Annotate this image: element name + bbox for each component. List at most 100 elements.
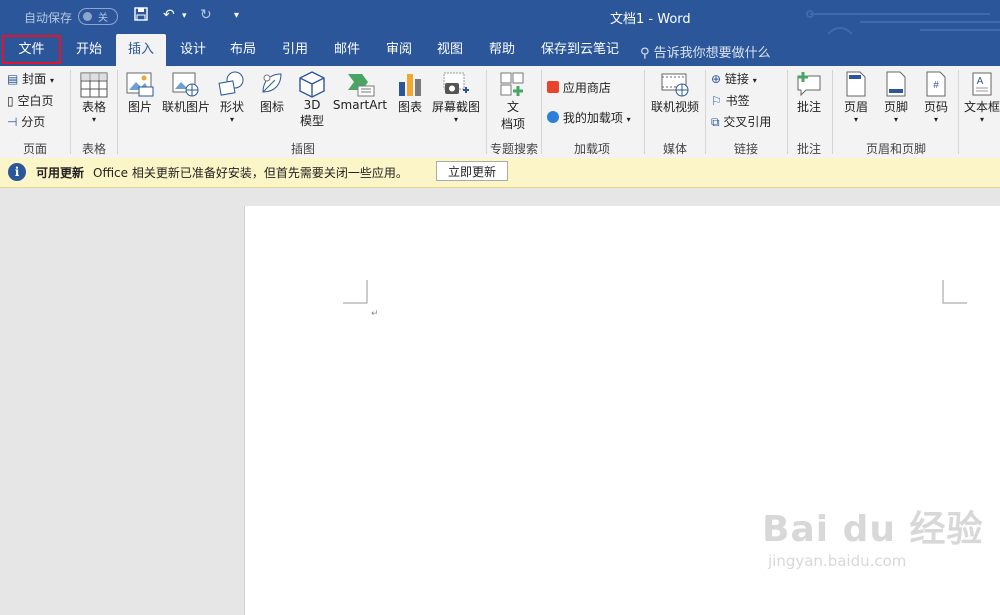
watermark-url: jingyan.baidu.com <box>768 552 907 570</box>
store-button[interactable]: 应用商店 <box>547 79 611 96</box>
store-label: 应用商店 <box>562 81 611 95</box>
chart-label: 图表 <box>397 100 422 114</box>
group-label-pages: 页面 <box>22 142 47 156</box>
tab-review[interactable]: 审阅 <box>376 34 422 66</box>
autosave-label: 自动保存 <box>24 11 73 25</box>
shapes-button[interactable]: 形状 ▾ <box>214 70 250 124</box>
comment-button[interactable]: 批注 <box>791 70 827 115</box>
autosave-toggle[interactable]: 关 <box>78 8 118 25</box>
online-picture-icon <box>172 72 199 97</box>
group-label-header-footer: 页眉和页脚 <box>865 142 926 156</box>
customize-qat-icon[interactable]: ▾ <box>234 10 239 21</box>
group-divider <box>644 70 645 154</box>
chevron-down-icon: ▾ <box>979 115 984 124</box>
paragraph-mark-icon: ↵ <box>371 309 379 319</box>
blank-page-icon: ▯ <box>7 94 14 108</box>
group-divider <box>787 70 788 154</box>
document-item-button[interactable]: 文 档项 <box>492 70 534 132</box>
table-label: 表格 <box>81 100 106 114</box>
tab-insert[interactable]: 插入 <box>116 34 166 66</box>
tell-me-search[interactable]: ⚲ 告诉我你想要做什么 <box>640 42 771 61</box>
undo-icon[interactable]: ↶ <box>163 7 175 23</box>
cross-reference-icon: ⧉ <box>711 115 720 129</box>
icons-icon <box>262 73 282 93</box>
cover-page-button[interactable]: ▤ 封面 ▾ <box>7 70 54 87</box>
info-icon: i <box>8 163 26 181</box>
store-icon <box>547 81 559 93</box>
group-divider <box>70 70 71 154</box>
chevron-down-icon: ▾ <box>453 115 458 124</box>
link-label: 链接 <box>724 72 749 86</box>
icons-label: 图标 <box>259 100 284 114</box>
group-divider <box>705 70 706 154</box>
tab-layout[interactable]: 布局 <box>220 34 266 66</box>
cover-page-icon: ▤ <box>7 72 19 86</box>
textbox-label: 文本框 <box>963 100 1000 114</box>
bookmark-label: 书签 <box>725 94 750 108</box>
file-tab-highlight <box>2 35 61 64</box>
tab-mailings[interactable]: 邮件 <box>324 34 370 66</box>
header-label: 页眉 <box>843 100 868 114</box>
table-icon <box>80 72 108 98</box>
undo-dropdown-icon[interactable]: ▾ <box>182 11 187 21</box>
bookmark-icon: ⚐ <box>711 94 722 108</box>
svg-text:#: # <box>933 80 939 91</box>
page-number-button[interactable]: # 页码 ▾ <box>918 70 954 124</box>
page-break-button[interactable]: ⊣ 分页 <box>7 113 45 130</box>
page-break-icon: ⊣ <box>7 115 18 129</box>
chevron-down-icon: ▾ <box>752 76 757 85</box>
toggle-knob <box>83 12 92 21</box>
link-button[interactable]: ⊕ 链接 ▾ <box>711 70 757 87</box>
cross-reference-button[interactable]: ⧉ 交叉引用 <box>711 113 771 130</box>
globe-link-icon: ⊕ <box>711 72 722 86</box>
redo-icon[interactable]: ↻ <box>200 7 212 23</box>
header-button[interactable]: 页眉 ▾ <box>838 70 874 124</box>
picture-icon <box>126 72 154 97</box>
group-label-tables: 表格 <box>81 142 106 156</box>
info-message: Office 相关更新已准备好安装，但首先需要关闭一些应用。 <box>93 166 408 180</box>
group-divider <box>117 70 118 154</box>
icons-button[interactable]: 图标 <box>254 70 290 115</box>
group-divider <box>958 70 959 154</box>
document-item-icon <box>500 72 524 96</box>
chevron-down-icon: ▾ <box>91 115 96 124</box>
footer-label: 页脚 <box>883 100 908 114</box>
cover-page-label: 封面 <box>22 72 47 86</box>
screenshot-label: 屏幕截图 <box>431 100 480 114</box>
3d-models-label-line1: 3D <box>303 98 321 112</box>
my-addins-button[interactable]: 我的加载项 ▾ <box>547 109 631 126</box>
chevron-down-icon: ▾ <box>229 115 234 124</box>
update-now-button[interactable]: 立即更新 <box>436 161 508 181</box>
textbox-icon: A <box>972 72 992 96</box>
my-addins-label: 我的加载项 <box>562 111 623 125</box>
group-label-media: 媒体 <box>662 142 687 156</box>
tab-design[interactable]: 设计 <box>170 34 216 66</box>
3d-models-button[interactable]: 3D 模型 <box>294 70 330 129</box>
tab-help[interactable]: 帮助 <box>479 34 525 66</box>
document-item-label-line1: 文 <box>506 100 519 114</box>
tab-references[interactable]: 引用 <box>272 34 318 66</box>
svg-text:A: A <box>977 76 984 87</box>
blank-page-button[interactable]: ▯ 空白页 <box>7 92 53 109</box>
online-video-button[interactable]: 联机视频 <box>648 70 702 115</box>
table-button[interactable]: 表格 ▾ <box>74 72 114 124</box>
footer-button[interactable]: 页脚 ▾ <box>878 70 914 124</box>
footer-icon <box>886 71 906 97</box>
page-break-label: 分页 <box>21 115 46 129</box>
tab-save-cloud-note[interactable]: 保存到云笔记 <box>536 34 624 66</box>
shapes-icon <box>218 71 244 96</box>
online-picture-label: 联机图片 <box>161 100 210 114</box>
tab-view[interactable]: 视图 <box>427 34 473 66</box>
save-icon[interactable] <box>134 7 148 25</box>
tab-home[interactable]: 开始 <box>63 34 115 66</box>
comment-label: 批注 <box>796 100 821 114</box>
bookmark-button[interactable]: ⚐ 书签 <box>711 92 750 109</box>
bar-chart-icon <box>399 74 421 96</box>
chart-button[interactable]: 图表 <box>392 70 428 115</box>
group-label-addins: 加载项 <box>573 142 610 156</box>
textbox-button[interactable]: A 文本框 ▾ <box>962 70 1000 124</box>
smartart-button[interactable]: SmartArt <box>332 70 388 112</box>
online-picture-button[interactable]: 联机图片 <box>160 70 212 115</box>
screenshot-button[interactable]: 屏幕截图 ▾ <box>430 70 482 124</box>
picture-button[interactable]: 图片 <box>122 70 158 115</box>
